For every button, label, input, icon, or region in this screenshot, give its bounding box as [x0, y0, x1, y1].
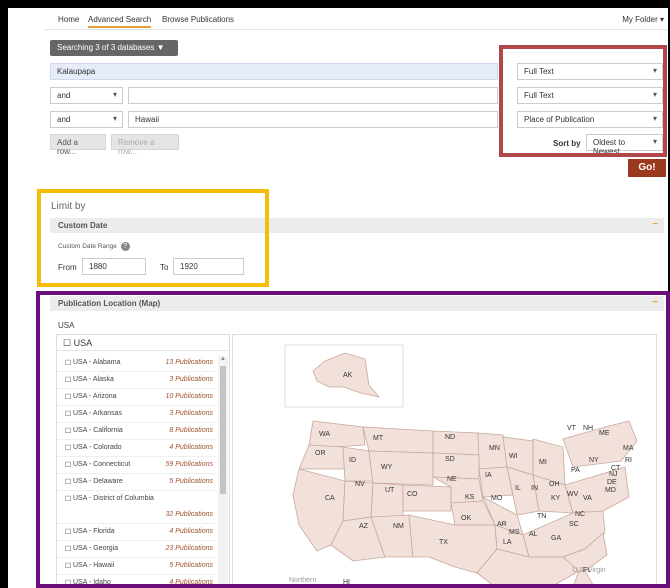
- my-folder-menu[interactable]: My Folder ▾: [622, 15, 664, 24]
- remove-row-button[interactable]: Remove a row...: [111, 134, 179, 156]
- tab-advanced-search[interactable]: Advanced Search: [88, 15, 152, 28]
- publication-location-highlight-box: [36, 291, 670, 588]
- tab-browse-publications[interactable]: Browse Publications: [162, 15, 234, 24]
- tab-home[interactable]: Home: [58, 15, 79, 24]
- chevron-down-icon: ▾: [659, 15, 664, 24]
- boolean-operator-select-3[interactable]: and: [50, 111, 123, 128]
- collapse-minus-icon[interactable]: −: [652, 219, 658, 230]
- add-row-button[interactable]: Add a row...: [50, 134, 106, 156]
- my-folder-label: My Folder: [622, 15, 658, 24]
- database-selector-button[interactable]: Searching 3 of 3 databases ▼: [50, 40, 178, 56]
- database-selector-label: Searching 3 of 3 databases: [57, 43, 155, 52]
- search-term-input-1[interactable]: Kalaupapa: [50, 63, 498, 80]
- boolean-operator-select-2[interactable]: and: [50, 87, 123, 104]
- search-term-input-2[interactable]: [128, 87, 498, 104]
- boolean-operator-value-2: and: [57, 91, 71, 100]
- limit-by-highlight-box: [37, 189, 269, 287]
- search-fields-highlight-box: [499, 45, 667, 157]
- boolean-operator-value-3: and: [57, 115, 71, 124]
- search-term-input-3[interactable]: Hawaii: [128, 111, 498, 128]
- caret-down-icon: ▼: [156, 43, 165, 52]
- go-button[interactable]: Go!: [628, 159, 666, 177]
- top-navigation: Home Advanced Search Browse Publications…: [44, 12, 668, 30]
